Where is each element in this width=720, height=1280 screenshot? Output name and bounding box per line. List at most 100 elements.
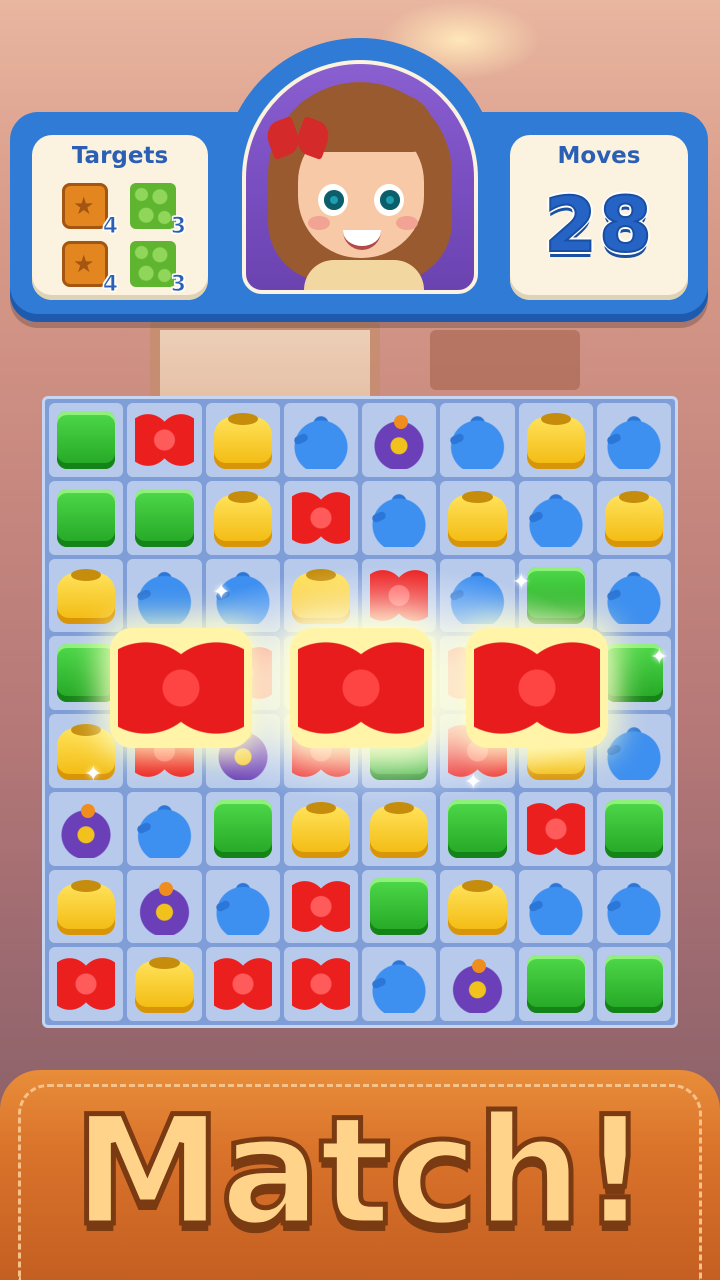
target-crate: ★ 4 — [62, 241, 119, 298]
board-cell[interactable] — [518, 791, 593, 866]
red-piece-icon — [135, 411, 194, 469]
yellow-piece-icon — [213, 490, 272, 547]
board-cell[interactable] — [49, 558, 124, 633]
board-cell[interactable] — [518, 480, 593, 555]
yellow-piece-icon — [213, 413, 272, 469]
yellow-piece-icon — [604, 490, 663, 547]
board-cell[interactable] — [49, 947, 124, 1021]
purple-piece-icon — [57, 799, 116, 858]
board-cell[interactable] — [596, 403, 671, 477]
red-piece-icon — [291, 488, 350, 547]
blue-piece-icon — [526, 488, 585, 547]
blue-piece-icon — [370, 955, 429, 1013]
board-cell[interactable] — [283, 869, 358, 944]
board-cell[interactable] — [283, 403, 358, 477]
cheek — [308, 216, 330, 230]
board-cell[interactable] — [205, 869, 280, 944]
crate-icon: ★ — [62, 241, 108, 287]
sparkle-icon: ✦ — [650, 645, 669, 670]
target-count: 3 — [170, 272, 186, 298]
board-cell[interactable] — [205, 403, 280, 477]
board-cell[interactable] — [127, 947, 202, 1021]
blue-piece-icon — [213, 877, 272, 936]
purple-piece-icon — [135, 877, 194, 936]
board-cell[interactable] — [440, 791, 515, 866]
eye — [374, 184, 404, 216]
blue-piece-icon — [526, 877, 585, 936]
board-cell[interactable] — [127, 791, 202, 866]
matched-bow-piece — [110, 628, 252, 748]
moves-panel: Moves 28 — [510, 135, 688, 300]
background-shelf — [430, 330, 580, 390]
board-cell[interactable] — [362, 947, 437, 1021]
board-cell[interactable] — [596, 869, 671, 944]
sparkle-icon: ✦ — [512, 570, 531, 595]
board-cell[interactable] — [518, 947, 593, 1021]
moves-count: 28 — [543, 179, 654, 270]
blue-piece-icon — [604, 877, 663, 936]
board-cell[interactable] — [440, 869, 515, 944]
cheek — [396, 216, 418, 230]
board-cell[interactable] — [440, 947, 515, 1021]
board-cell[interactable] — [596, 791, 671, 866]
target-grass: 3 — [130, 241, 187, 298]
yellow-piece-icon — [448, 490, 507, 547]
sweater — [304, 260, 424, 290]
purple-piece-icon — [448, 955, 507, 1013]
matched-bow-piece — [466, 628, 608, 748]
board-cell[interactable] — [205, 947, 280, 1021]
board-cell[interactable] — [596, 558, 671, 633]
board-cell[interactable] — [440, 480, 515, 555]
board-cell[interactable] — [49, 791, 124, 866]
board-cell[interactable] — [283, 947, 358, 1021]
bow-icon — [474, 640, 600, 736]
board-cell[interactable] — [362, 869, 437, 944]
target-count: 4 — [102, 214, 118, 240]
board-cell[interactable] — [440, 403, 515, 477]
board-cell[interactable] — [127, 558, 202, 633]
green-piece-icon — [57, 488, 116, 547]
blue-piece-icon — [135, 566, 194, 625]
bow-icon — [118, 640, 244, 736]
yellow-piece-icon — [448, 879, 507, 936]
blue-piece-icon — [135, 799, 194, 858]
grass-icon — [130, 241, 176, 287]
green-piece-icon — [604, 955, 663, 1013]
board-cell[interactable] — [127, 869, 202, 944]
board-cell[interactable] — [283, 791, 358, 866]
board-cell[interactable] — [596, 947, 671, 1021]
board-cell[interactable] — [49, 480, 124, 555]
yellow-piece-icon — [526, 413, 585, 469]
blue-piece-icon — [604, 566, 663, 625]
board-cell[interactable] — [362, 791, 437, 866]
board-cell[interactable] — [49, 403, 124, 477]
targets-panel: Targets ★ 4 3 ★ 4 3 — [32, 135, 208, 300]
hair-bow-icon — [268, 116, 328, 160]
board-cell[interactable] — [127, 480, 202, 555]
yellow-piece-icon — [57, 879, 116, 936]
blue-piece-icon — [604, 411, 663, 469]
board-cell[interactable] — [596, 480, 671, 555]
crate-icon: ★ — [62, 183, 108, 229]
green-piece-icon — [526, 955, 585, 1013]
board-cell[interactable] — [440, 558, 515, 633]
board-cell[interactable] — [518, 869, 593, 944]
board-cell[interactable] — [362, 558, 437, 633]
purple-piece-icon — [370, 411, 429, 469]
board-cell[interactable] — [49, 869, 124, 944]
board-cell[interactable] — [362, 403, 437, 477]
eye — [318, 184, 348, 216]
board-cell[interactable] — [283, 558, 358, 633]
board-cell[interactable] — [283, 480, 358, 555]
red-piece-icon — [370, 566, 429, 625]
green-piece-icon — [135, 488, 194, 547]
board-cell[interactable] — [205, 480, 280, 555]
board-cell[interactable] — [127, 403, 202, 477]
yellow-piece-icon — [291, 568, 350, 625]
sparkle-icon: ✦ — [464, 770, 483, 795]
board-cell[interactable] — [362, 480, 437, 555]
board-cell[interactable] — [518, 403, 593, 477]
red-piece-icon — [526, 799, 585, 858]
board-cell[interactable] — [205, 791, 280, 866]
blue-piece-icon — [604, 722, 663, 780]
